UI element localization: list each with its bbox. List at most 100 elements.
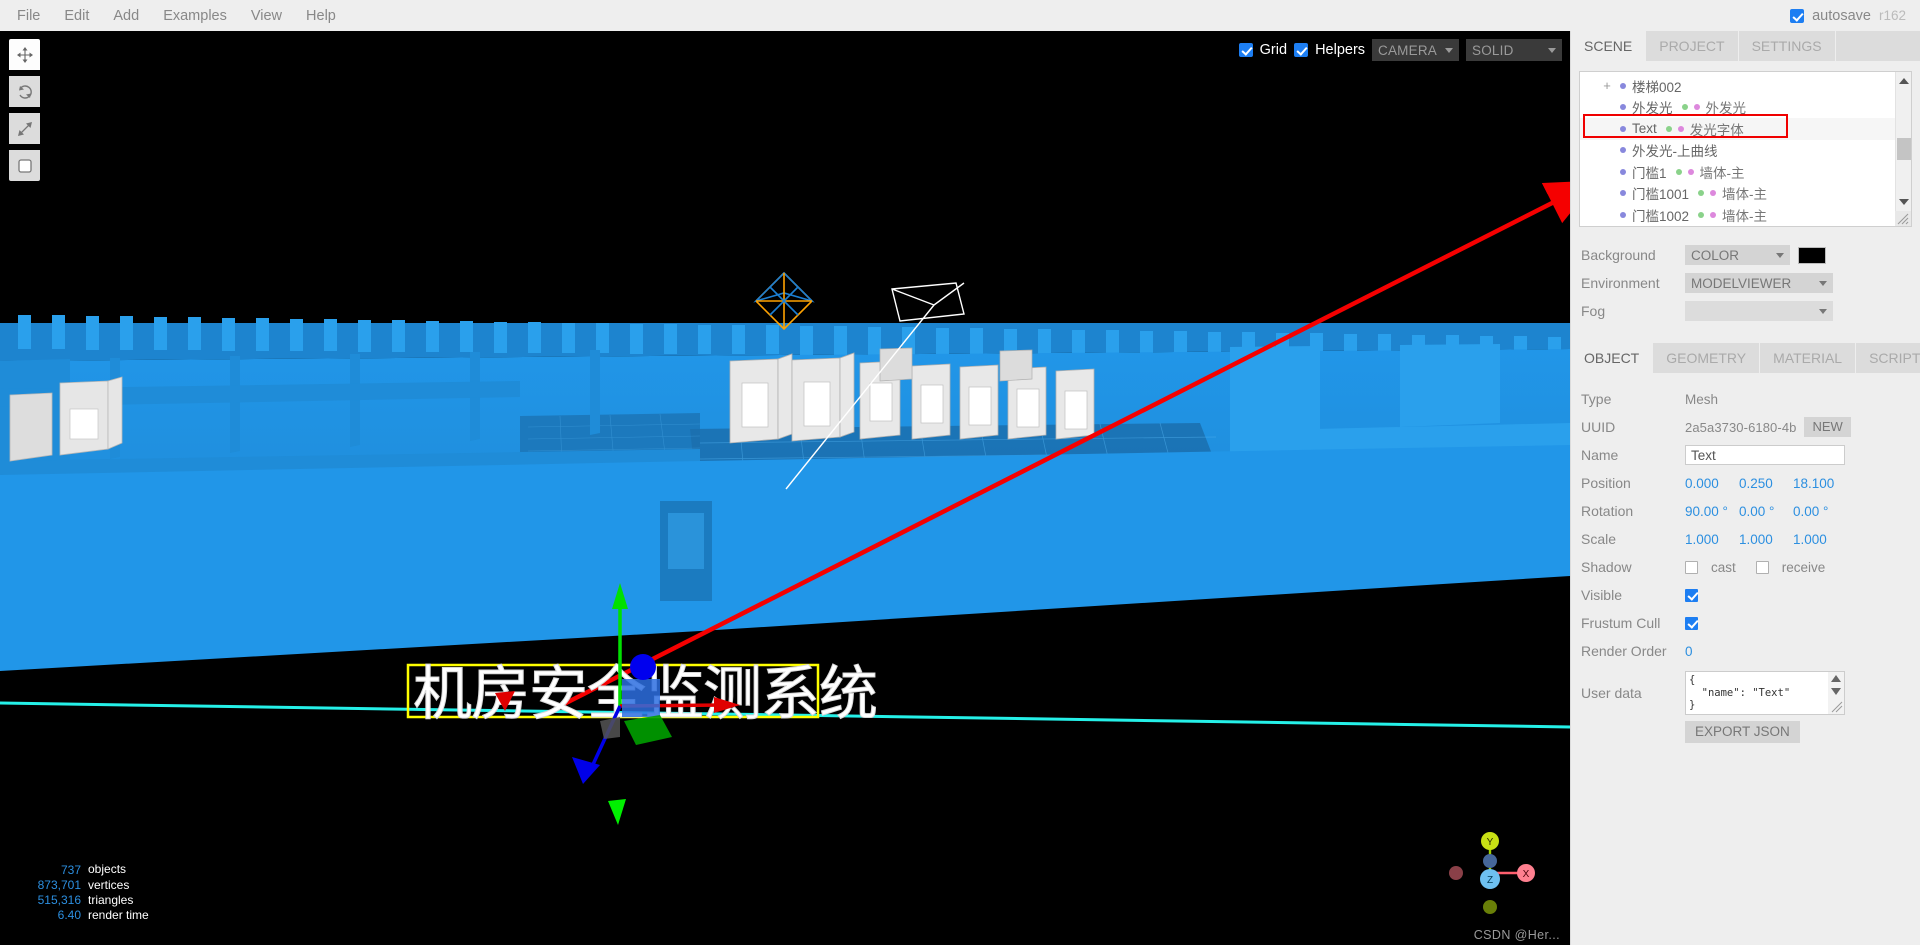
tree-item-louti002[interactable]: + 楼梯002 <box>1580 75 1911 97</box>
tab-project[interactable]: PROJECT <box>1646 31 1739 61</box>
tab-material[interactable]: MATERIAL <box>1760 343 1857 373</box>
uuid-controls: 2a5a3730-6180-4b NEW <box>1685 417 1912 437</box>
viewport-stats: 737 objects 873,701 vertices 515,316 tri… <box>0 862 149 923</box>
scale-z[interactable]: 1.000 <box>1793 532 1839 547</box>
rotation-y[interactable]: 0.00 ° <box>1739 504 1785 519</box>
scroll-up-button[interactable] <box>1896 72 1911 89</box>
geometry-dot-icon <box>1698 211 1705 218</box>
user-data-textarea-wrap[interactable]: { "name": "Text" } <box>1685 671 1845 715</box>
rotation-x[interactable]: 90.00 ° <box>1685 504 1731 519</box>
tree-item-label: 门槛1001 <box>1632 187 1690 203</box>
tab-scene[interactable]: SCENE <box>1571 31 1647 61</box>
outliner-panel[interactable]: + 楼梯002 外发光 外发光 Text 发光字体 外发光-上曲线 门槛1 墙体… <box>1579 71 1912 227</box>
menu-add[interactable]: Add <box>101 0 151 31</box>
user-data-scrollbar[interactable] <box>1828 672 1844 714</box>
object-dot-icon <box>1620 211 1626 218</box>
menu-file[interactable]: File <box>5 0 52 31</box>
viewport-3d-canvas[interactable]: 机房安全监测系统 <box>0 31 1570 945</box>
tree-item-text[interactable]: Text 发光字体 <box>1580 118 1911 140</box>
fog-type-select[interactable] <box>1685 301 1833 321</box>
grid-label: Grid <box>1259 42 1288 58</box>
render-order-value[interactable]: 0 <box>1685 644 1693 659</box>
environment-row: Environment MODELVIEWER <box>1571 269 1920 297</box>
chevron-down-icon <box>1899 198 1909 205</box>
uuid-row: UUID 2a5a3730-6180-4b NEW <box>1571 413 1920 441</box>
tree-item-material-label: 墙体-主 <box>1699 165 1745 181</box>
autosave-label: autosave <box>1812 7 1871 24</box>
tab-settings[interactable]: SETTINGS <box>1738 31 1836 61</box>
shadow-cast-checkbox[interactable] <box>1685 560 1698 574</box>
revision-label: r162 <box>1878 8 1906 23</box>
background-color-swatch[interactable] <box>1798 246 1826 264</box>
chevron-down-icon <box>1819 280 1827 286</box>
outliner-scrollbar[interactable] <box>1895 72 1911 226</box>
stats-row: 515,316 triangles <box>0 893 149 908</box>
menu-view[interactable]: View <box>239 0 294 31</box>
name-input[interactable] <box>1685 445 1845 465</box>
scroll-down-button[interactable] <box>1896 193 1911 210</box>
tab-script[interactable]: SCRIPT <box>1856 343 1920 373</box>
environment-type-value: MODELVIEWER <box>1691 275 1792 291</box>
menu-edit[interactable]: Edit <box>52 0 101 31</box>
rotate-tool-button[interactable] <box>9 76 40 107</box>
move-icon <box>16 46 33 63</box>
menu-examples[interactable]: Examples <box>151 0 239 31</box>
frustum-cull-checkbox[interactable] <box>1685 616 1698 630</box>
axis-neg-y-handle <box>1483 854 1497 868</box>
scrollbar-thumb[interactable] <box>1897 138 1911 160</box>
tree-expander-icon[interactable]: + <box>1602 78 1612 93</box>
position-values: 0.000 0.250 18.100 <box>1685 476 1912 491</box>
scene-properties: Background COLOR Environment MODELVIEWER <box>1571 241 1920 325</box>
object-dot-icon <box>1620 82 1626 89</box>
tree-item-label: 外发光-上曲线 <box>1632 144 1718 160</box>
environment-controls: MODELVIEWER <box>1685 273 1912 293</box>
object-dot-icon <box>1620 190 1626 197</box>
scale-y[interactable]: 1.000 <box>1739 532 1785 547</box>
tab-object[interactable]: OBJECT <box>1571 343 1654 373</box>
tree-item-menkan1002[interactable]: 门槛1002 墙体-主 <box>1580 204 1911 226</box>
local-world-toggle-button[interactable] <box>9 150 40 181</box>
uuid-new-button[interactable]: NEW <box>1804 417 1851 437</box>
position-z[interactable]: 18.100 <box>1793 476 1839 491</box>
stats-objects-value: 737 <box>60 862 81 877</box>
rotation-label: Rotation <box>1581 503 1634 519</box>
helpers-checkbox[interactable] <box>1294 43 1309 57</box>
visible-checkbox[interactable] <box>1685 588 1698 602</box>
outliner-tree[interactable]: + 楼梯002 外发光 外发光 Text 发光字体 外发光-上曲线 门槛1 墙体… <box>1580 72 1911 226</box>
render-order-row: Render Order 0 <box>1571 637 1920 665</box>
scale-values: 1.000 1.000 1.000 <box>1685 532 1912 547</box>
scale-row: Scale 1.000 1.000 1.000 <box>1571 525 1920 553</box>
user-data-textarea[interactable]: { "name": "Text" } <box>1686 672 1828 714</box>
scale-x[interactable]: 1.000 <box>1685 532 1731 547</box>
viewport[interactable]: 机房安全监测系统 <box>0 31 1570 945</box>
background-type-select[interactable]: COLOR <box>1685 245 1790 265</box>
fog-row: Fog <box>1571 297 1920 325</box>
tree-item-waifaguang-shangquxian[interactable]: 外发光-上曲线 <box>1580 140 1911 162</box>
shading-select[interactable]: SOLID <box>1466 39 1562 61</box>
translate-tool-button[interactable] <box>9 39 40 70</box>
camera-select[interactable]: CAMERA <box>1372 39 1459 61</box>
axis-neg-z-handle <box>1483 900 1497 914</box>
tree-item-menkan1[interactable]: 门槛1 墙体-主 <box>1580 161 1911 183</box>
position-y[interactable]: 0.250 <box>1739 476 1785 491</box>
grid-checkbox[interactable] <box>1238 43 1253 57</box>
outliner-resize-grip[interactable] <box>1895 211 1911 226</box>
stats-triangles-value: 515,316 <box>37 892 81 907</box>
shadow-receive-checkbox[interactable] <box>1755 560 1769 574</box>
tree-item-waifaguang[interactable]: 外发光 外发光 <box>1580 97 1911 119</box>
scale-tool-button[interactable] <box>9 113 40 144</box>
autosave-checkbox[interactable] <box>1790 8 1805 23</box>
rotation-z[interactable]: 0.00 ° <box>1793 504 1839 519</box>
visible-label: Visible <box>1581 587 1622 603</box>
environment-type-select[interactable]: MODELVIEWER <box>1685 273 1833 293</box>
tree-item-material-label: 墙体-主 <box>1722 187 1768 203</box>
position-x[interactable]: 0.000 <box>1685 476 1731 491</box>
tab-geometry[interactable]: GEOMETRY <box>1653 343 1761 373</box>
transform-tool-strip <box>9 39 40 181</box>
export-json-button[interactable]: EXPORT JSON <box>1685 721 1800 743</box>
shadow-controls: cast receive <box>1685 560 1912 575</box>
menu-help[interactable]: Help <box>294 0 348 31</box>
scale-label: Scale <box>1581 531 1617 547</box>
axis-helper-gizmo[interactable]: Y X Z <box>1440 823 1540 923</box>
tree-item-menkan1001[interactable]: 门槛1001 墙体-主 <box>1580 183 1911 205</box>
